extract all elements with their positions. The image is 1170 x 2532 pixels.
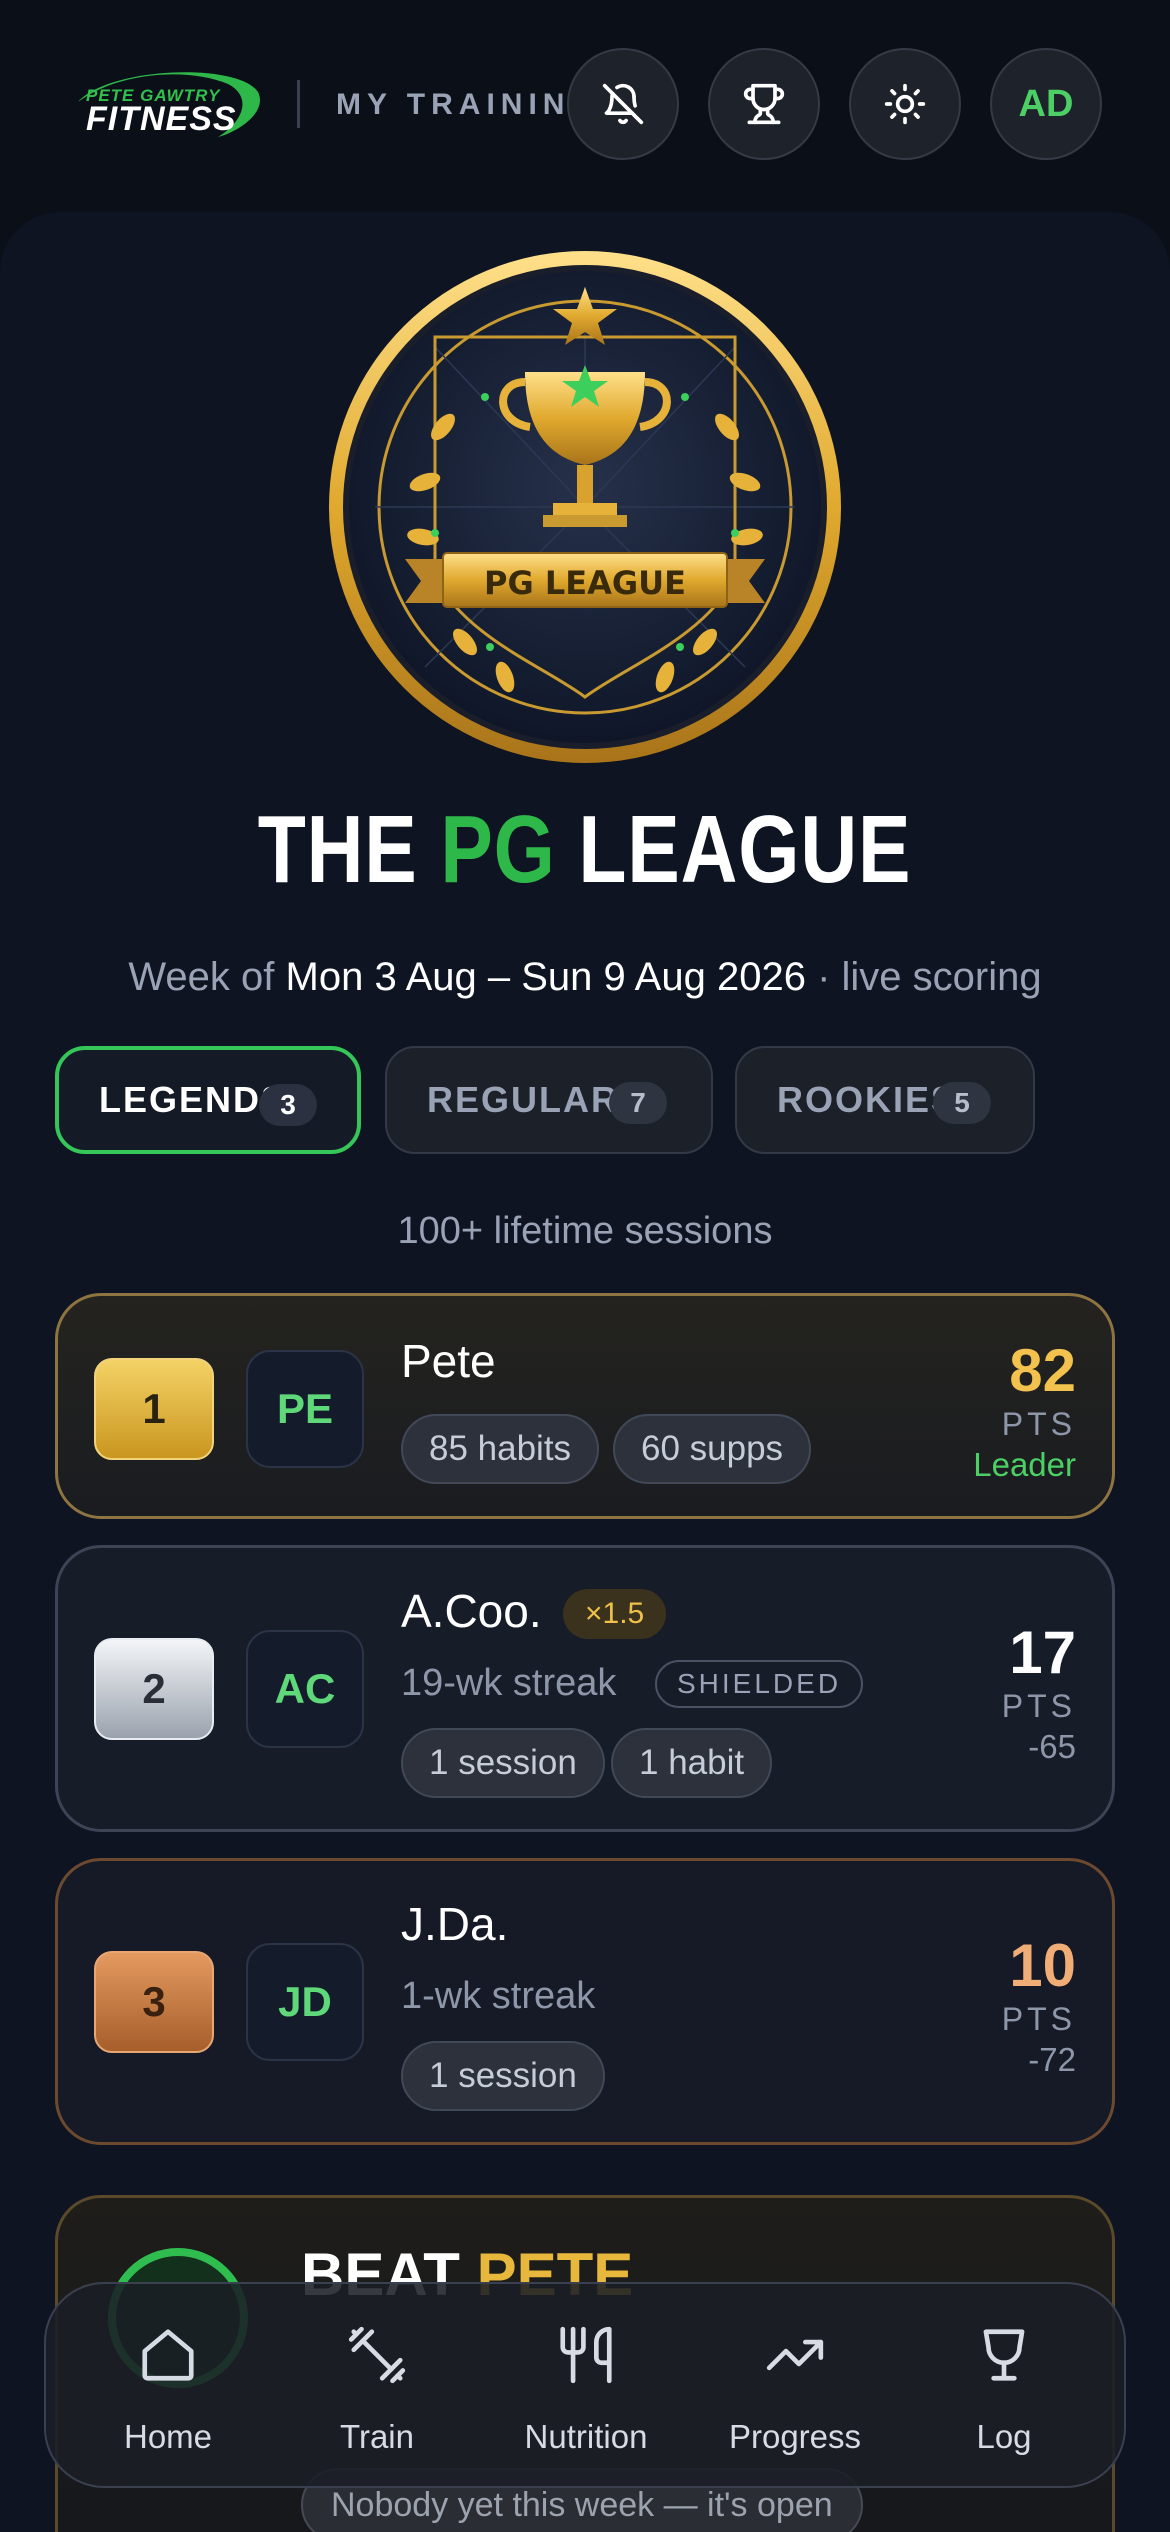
theme-toggle-button[interactable] [849, 48, 961, 160]
leaderboard-row-3[interactable]: 3 JD J.Da. 1-wk streak 1 session 10 PTS … [55, 1858, 1115, 2145]
trophy-icon [743, 83, 785, 125]
week-range-text: Week of Mon 3 Aug – Sun 9 Aug 2026 · liv… [0, 955, 1170, 1000]
nav-label: Log [976, 2418, 1032, 2455]
header-title: MY TRAINING [336, 88, 600, 121]
rank-badge: 2 [94, 1638, 214, 1740]
player-name: A.Coo. [401, 1585, 542, 1637]
pg-league-badge: PG LEAGUE [329, 251, 841, 763]
badge-banner-text: PG LEAGUE [484, 564, 686, 602]
nav-nutrition[interactable]: Nutrition [486, 2284, 686, 2490]
tab-regulars[interactable]: REGULARS 7 [385, 1046, 713, 1154]
nav-home[interactable]: Home [68, 2284, 268, 2490]
rank-badge: 3 [94, 1951, 214, 2053]
home-icon [142, 2329, 194, 2381]
leaderboard-row-2[interactable]: 2 AC A.Coo. ×1.5 19-wk streak SHIELDED 1… [55, 1545, 1115, 1832]
points-value: 82 [1009, 1337, 1076, 1404]
logo-main-text: FITNESS [86, 100, 237, 138]
points-gap: -72 [1028, 2041, 1076, 2078]
stat-chip: 1 habit [611, 1728, 773, 1798]
shielded-badge: SHIELDED [655, 1660, 864, 1708]
header: PETE GAWTRY FITNESS MY TRAINING AD [0, 0, 1170, 210]
stat-chip: 60 supps [613, 1414, 812, 1484]
tier-description: 100+ lifetime sessions [397, 1210, 773, 1252]
player-avatar: PE [246, 1350, 364, 1468]
league-title: THE PG LEAGUE [0, 795, 1170, 905]
player-avatar: JD [246, 1943, 364, 2061]
points-gap: -65 [1028, 1728, 1076, 1765]
utensils-icon [560, 2326, 612, 2384]
notifications-off-button[interactable] [567, 48, 679, 160]
player-name: J.Da. [401, 1898, 509, 1950]
tab-count: 5 [933, 1082, 991, 1124]
tab-legends[interactable]: LEGENDS 3 [55, 1046, 361, 1154]
points-value: 17 [1009, 1619, 1076, 1686]
nav-log[interactable]: Log [904, 2284, 1104, 2490]
week-range: Mon 3 Aug – Sun 9 Aug 2026 [285, 955, 806, 999]
week-prefix: Week of [128, 955, 275, 999]
tab-count: 3 [259, 1084, 317, 1126]
points-label: PTS [1001, 1688, 1076, 1724]
league-title-accent: PG [440, 796, 557, 903]
leader-tag: Leader [973, 1446, 1076, 1483]
player-avatar: AC [246, 1630, 364, 1748]
leaderboard-row-1[interactable]: 1 PE Pete 85 habits 60 supps 82 PTS Lead… [55, 1293, 1115, 1519]
league-title-post: LEAGUE [578, 796, 912, 903]
rank-badge: 1 [94, 1358, 214, 1460]
week-suffix: · live scoring [817, 955, 1042, 999]
nav-label: Home [123, 2418, 213, 2455]
multiplier-badge: ×1.5 [563, 1589, 667, 1639]
tab-label: ROOKIES [777, 1079, 958, 1120]
user-avatar-button[interactable]: AD [990, 48, 1102, 160]
brand-logo[interactable]: PETE GAWTRY FITNESS [68, 62, 268, 142]
stat-chip: 85 habits [401, 1414, 600, 1484]
points-label: PTS [1001, 1406, 1076, 1442]
player-name: Pete [401, 1335, 496, 1387]
sun-icon [884, 83, 926, 125]
league-title-pre: THE [258, 796, 419, 903]
streak-text: 19-wk streak [401, 1662, 617, 1704]
stat-chip: 1 session [401, 1728, 605, 1798]
dumbbell-icon [348, 2326, 406, 2384]
tab-count: 7 [609, 1082, 667, 1124]
nav-train[interactable]: Train [277, 2284, 477, 2490]
bottom-navigation: Home Train Nutrition Progress Log [44, 2282, 1126, 2488]
trend-up-icon [766, 2339, 824, 2371]
points-label: PTS [1001, 2001, 1076, 2037]
nav-progress[interactable]: Progress [695, 2284, 895, 2490]
stat-chip: 1 session [401, 2041, 605, 2111]
tab-rookies[interactable]: ROOKIES 5 [735, 1046, 1035, 1154]
nav-label: Nutrition [524, 2418, 648, 2455]
bell-off-icon [602, 83, 644, 125]
nav-label: Train [340, 2418, 414, 2455]
streak-text: 1-wk streak [401, 1975, 596, 2017]
nav-label: Progress [728, 2418, 862, 2455]
header-divider [297, 80, 300, 128]
goblet-icon [983, 2329, 1025, 2381]
trophy-button[interactable] [708, 48, 820, 160]
points-value: 10 [1009, 1932, 1076, 1999]
